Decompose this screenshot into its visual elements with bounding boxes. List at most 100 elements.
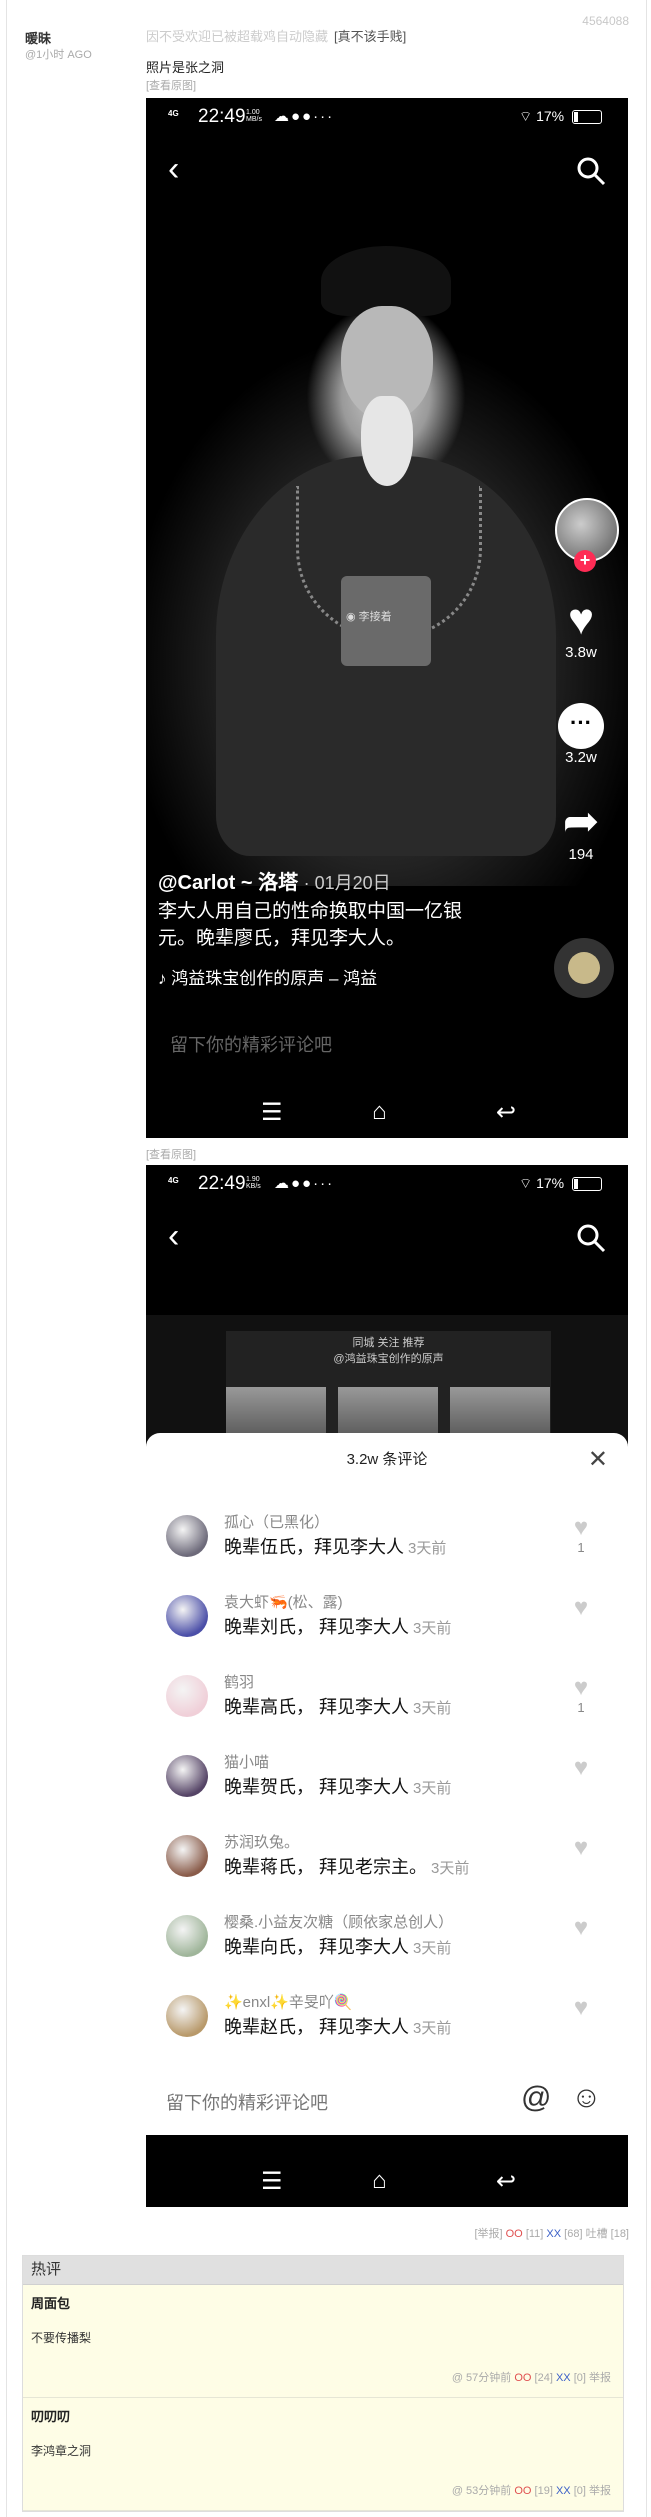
xx-button[interactable]: XX (556, 2372, 571, 2384)
close-icon[interactable]: ✕ (588, 1445, 608, 1474)
comment-text: 晚辈刘氏， 拜见李大人 3天前 (224, 1613, 451, 1639)
comment-item[interactable]: ✨enxl✨辛旻吖🍭 晚辈赵氏， 拜见李大人 3天前 ♥ (166, 1991, 616, 2063)
comment-item[interactable]: 孤心（已黑化） 晚辈伍氏，拜见李大人 3天前 ♥ 1 (166, 1511, 616, 1583)
music-title: 鸿益珠宝创作的原声 – 鸿益 (171, 969, 378, 988)
screenshot-video[interactable]: 4G 22:49 1.00 MB/s ☁●●··· ⌔ 17% ‹ ◉ 李接着 +… (146, 98, 628, 1138)
comment-body: 晚辈赵氏， 拜见李大人 (224, 2017, 409, 2037)
comment-like-button[interactable]: ♥ 1 (566, 1675, 596, 1715)
comment-like-button[interactable]: ♥ (566, 1755, 596, 1781)
avatar[interactable] (166, 1995, 208, 2037)
mention-icon[interactable]: @ (521, 2081, 551, 2115)
comment-user[interactable]: 苏润玖兔。 (224, 1831, 299, 1852)
comment-like-button[interactable]: ♥ (566, 1595, 596, 1621)
notification-icons: ☁●●··· (274, 108, 335, 125)
follow-plus-icon[interactable]: + (574, 550, 596, 572)
watermark-text: 李接着 (358, 611, 392, 623)
comment-like-count: 1 (577, 1540, 585, 1555)
comment-user[interactable]: 鹤羽 (224, 1671, 254, 1692)
like-count: 3.8w (565, 644, 597, 661)
comment-input-bar: 留下你的精彩评论吧 @ ☺ (146, 2065, 628, 2135)
screenshot-comments[interactable]: 4G 22:49 1.90 KB/s ☁●●··· ⌔ 17% ‹ 同城 关注 推… (146, 1165, 628, 2207)
comment-sheet-title: 3.2w 条评论 (346, 1451, 428, 1468)
search-icon[interactable] (576, 1223, 606, 1253)
creator-name[interactable]: @Carlot ~ 洛塔 (158, 872, 298, 894)
avatar[interactable] (166, 1595, 208, 1637)
comment-input[interactable]: 留下你的精彩评论吧 (170, 1031, 332, 1057)
comment-item[interactable]: 猫小喵 晚辈贺氏， 拜见李大人 3天前 ♥ (166, 1751, 616, 1823)
home-icon[interactable]: ⌂ (372, 2167, 387, 2195)
return-icon[interactable]: ↩ (496, 2167, 516, 2196)
oo-button[interactable]: OO (514, 2372, 531, 2384)
report-link[interactable]: 举报 (589, 2485, 611, 2497)
hot-comment-meta: @ 57分钟前 OO [24] XX [0] 举报 (452, 2369, 611, 2385)
comment-user[interactable]: 孤心（已黑化） (224, 1511, 329, 1532)
menu-icon[interactable]: ☰ (261, 1098, 283, 1127)
back-arrow-icon[interactable]: ‹ (168, 1219, 179, 1253)
wifi-icon: ⌔ (519, 108, 533, 124)
comment-item[interactable]: 鹤羽晚辈高氏， 拜见李大人 3天前 ♥ 1 (166, 1671, 616, 1743)
hot-comment-text: 不要传播梨 (31, 2331, 92, 2345)
heart-icon: ♥ (567, 595, 595, 644)
video-date: 01月20日 (314, 873, 391, 893)
avatar[interactable] (166, 1755, 208, 1797)
oo-button[interactable]: OO (506, 2228, 523, 2240)
comment-like-button[interactable]: ♥ (566, 1835, 596, 1861)
comment-like-button[interactable]: ♥ (566, 1995, 596, 2021)
comment-like-button[interactable]: ♥ 1 (566, 1515, 596, 1555)
comment-user[interactable]: ✨enxl✨辛旻吖🍭 (224, 1991, 353, 2012)
battery-icon (572, 110, 602, 125)
nested-tabs-text: 同城 关注 推荐 (352, 1337, 425, 1349)
back-arrow-icon[interactable]: ‹ (168, 152, 179, 186)
hot-comment-user[interactable]: 叨叨叨 (31, 2406, 70, 2425)
view-original-link[interactable]: [查看原图] (146, 77, 196, 93)
comment-text: 晚辈蒋氏， 拜见老宗主。 3天前 (224, 1853, 469, 1879)
comment-user[interactable]: 樱桑.小益友次糖（顾依家总创人） (224, 1911, 453, 1932)
wifi-icon: ⌔ (519, 1175, 533, 1191)
hot-comment-meta: @ 53分钟前 OO [19] XX [0] 举报 (452, 2482, 611, 2498)
xx-button[interactable]: XX (546, 2228, 561, 2240)
comment-input[interactable]: 留下你的精彩评论吧 (166, 2089, 328, 2115)
comment-button[interactable]: ··· 3.2w (551, 703, 611, 766)
heart-icon: ♥ (573, 1514, 589, 1541)
avatar[interactable] (166, 1675, 208, 1717)
emoji-icon[interactable]: ☺ (571, 2081, 602, 2115)
search-icon[interactable] (576, 156, 606, 186)
signal-icon: 4G (168, 109, 179, 118)
hidden-notice: 因不受欢迎已被超载鸡自动隐藏 [真不该手贱] (146, 26, 406, 45)
net-speed: 1.00 MB/s (246, 109, 262, 123)
comment-item[interactable]: 苏润玖兔。 晚辈蒋氏， 拜见老宗主。 3天前 ♥ (166, 1831, 616, 1903)
comment-user[interactable]: 猫小喵 (224, 1751, 269, 1772)
avatar[interactable] (166, 1835, 208, 1877)
report-link[interactable]: [举报] (474, 2228, 502, 2240)
avatar[interactable] (166, 1515, 208, 1557)
avatar[interactable] (166, 1915, 208, 1957)
comment-user[interactable]: 袁大虾🦐(松、露) (224, 1591, 343, 1612)
unhide-link[interactable]: [真不该手贱] (334, 29, 406, 44)
beard-shape (361, 396, 413, 486)
view-original-link-2[interactable]: [查看原图] (146, 1146, 196, 1162)
xx-button[interactable]: XX (556, 2485, 571, 2497)
tucao-link[interactable]: 吐槽 (586, 2228, 608, 2240)
author-name[interactable]: 暖昧 (25, 28, 51, 47)
xx-count: [68] (564, 2228, 583, 2240)
music-line[interactable]: ♪ 鸿益珠宝创作的原声 – 鸿益 (158, 964, 377, 989)
comment-item[interactable]: 袁大虾🦐(松、露) 晚辈刘氏， 拜见李大人 3天前 ♥ (166, 1591, 616, 1663)
comment-body: 晚辈高氏， 拜见李大人 (224, 1697, 409, 1717)
share-button[interactable]: ➦ 194 (551, 798, 611, 864)
like-button[interactable]: ♥ 3.8w (551, 595, 611, 662)
comment-time: 3天前 (413, 1700, 452, 1717)
menu-icon[interactable]: ☰ (261, 2167, 283, 2196)
heart-icon: ♥ (573, 1834, 589, 1861)
oo-count: [11] (525, 2228, 544, 2240)
comment-like-button[interactable]: ♥ (566, 1915, 596, 1941)
status-bar: 4G 22:49 1.90 KB/s ☁●●··· ⌔ 17% (146, 1165, 628, 1205)
creator-handle[interactable]: @Carlot ~ 洛塔 · 01月20日 (158, 866, 391, 895)
comment-item[interactable]: 樱桑.小益友次糖（顾依家总创人） 晚辈向氏， 拜见李大人 3天前 ♥ (166, 1911, 616, 1983)
home-icon[interactable]: ⌂ (372, 1098, 387, 1126)
hot-comment-user[interactable]: 周面包 (31, 2293, 70, 2312)
post-id[interactable]: 4564088 (582, 14, 629, 28)
report-link[interactable]: 举报 (589, 2372, 611, 2384)
return-icon[interactable]: ↩ (496, 1098, 516, 1127)
oo-button[interactable]: OO (514, 2485, 531, 2497)
music-disc-icon[interactable] (554, 938, 614, 998)
